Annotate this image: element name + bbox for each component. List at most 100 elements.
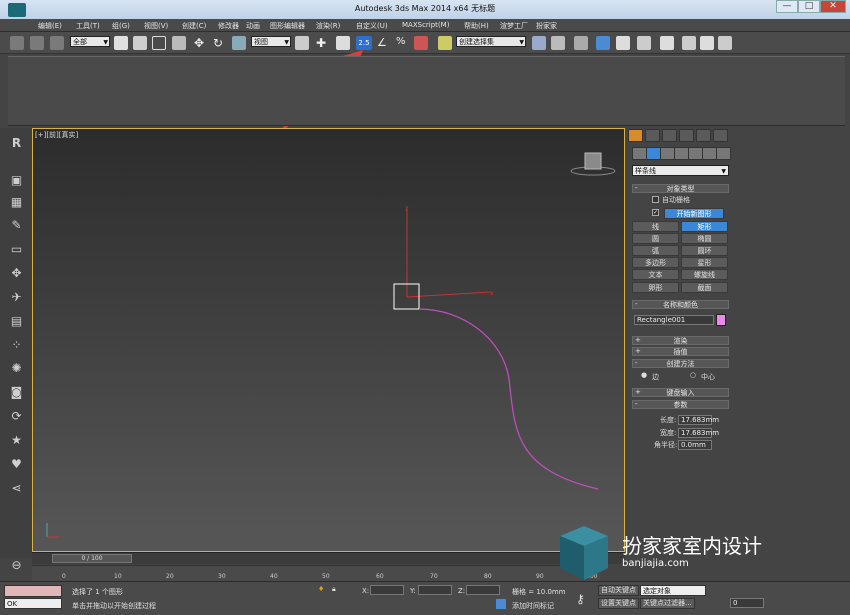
current-frame-input[interactable]: 0 [730,598,764,608]
grid-icon[interactable]: ▦ [9,195,24,209]
start-new-shape-checkbox[interactable]: ✓ [652,209,659,216]
edit-icon[interactable]: ✎ [9,218,24,232]
lock-icon[interactable]: 🔒︎ [332,585,336,594]
text-button[interactable]: 文本 [632,269,679,280]
shape-category-dropdown[interactable]: 样条线 ▼ [632,165,729,176]
dots-icon[interactable]: ⁘ [9,338,24,352]
circle-button[interactable]: 圆 [632,233,679,244]
viewcube-icon [570,152,616,176]
x-coordinate-input[interactable] [370,585,404,595]
y-label: Y: [410,587,416,595]
helix-button[interactable]: 螺旋线 [681,269,728,280]
key-filters-button[interactable]: 关键点过滤器... [640,598,695,609]
collapse-icon: - [635,300,638,308]
width-input[interactable]: 17.683mm [678,428,719,438]
length-label: 长度: [660,416,677,424]
watermark: 扮家家室内设计 banjiajia.com [556,522,826,592]
y-coordinate-input[interactable] [418,585,452,595]
geometry-icon[interactable] [632,147,647,160]
ngon-button[interactable]: 多边形 [632,257,679,268]
keyboard-entry-rollout[interactable]: + 键盘输入 [632,388,729,397]
center-radio-icon[interactable]: ○ [690,371,696,379]
viewport-canvas: y x [46,152,616,538]
corner-radius-label: 角半径: [654,441,678,449]
star-button[interactable]: 星形 [681,257,728,268]
start-new-shape-button[interactable]: 开始新图形 [664,208,724,219]
maxscript-listener-field[interactable]: OK [4,598,62,609]
back-icon[interactable]: ⊖ [9,558,24,572]
center-radio-label: 中心 [701,373,715,381]
tick-label: 80 [484,573,492,580]
creation-method-rollout[interactable]: - 创建方法 [632,359,729,368]
tick-label: 10 [114,573,122,580]
track-bar[interactable]: 0 10 20 30 40 50 60 70 80 90 100 [32,565,600,581]
name-color-rollout[interactable]: - 名称和颜色 [632,300,729,309]
tick-label: 0 [62,573,66,580]
front-viewport[interactable]: [+][前][真实] y x [32,128,625,552]
inbox-icon[interactable]: ▤ [9,314,24,328]
command-panel: 样条线 ▼ - 对象类型 自动栅格 ✓ 开始新图形 线 矩形 圆 椭圆 弧 圆环 多… [626,128,850,558]
isolate-icon[interactable]: ♦ [318,585,324,593]
autogrid-checkbox[interactable] [652,196,659,203]
ellipse-button[interactable]: 椭圆 [681,233,728,244]
length-input[interactable]: 17.683mm [678,415,719,425]
tick-label: 30 [218,573,226,580]
heart-icon[interactable]: ♥ [9,457,24,471]
command-tabs [628,129,728,143]
expand-icon: + [635,388,641,396]
set-key-button[interactable]: 设置关键点 [598,598,639,609]
star-icon[interactable]: ★ [9,433,24,447]
create-tab-icon[interactable] [628,129,643,142]
maxscript-listener-top[interactable] [4,585,62,597]
rendering-rollout[interactable]: + 渲染 [632,336,729,345]
monitor-icon[interactable]: ▭ [9,242,24,256]
object-name-input[interactable]: Rectangle001 [634,315,714,325]
motion-tab-icon[interactable] [679,129,694,142]
systems-icon[interactable] [716,147,731,160]
refresh-icon[interactable]: ⟳ [9,409,24,423]
time-slider[interactable]: 0 / 100 [52,554,132,563]
z-coordinate-input[interactable] [466,585,500,595]
share-icon[interactable]: ⋖ [9,481,24,495]
utilities-tab-icon[interactable] [713,129,728,142]
display-tab-icon[interactable] [696,129,711,142]
section-button[interactable]: 截面 [681,282,728,293]
parameters-rollout[interactable]: - 参数 [632,400,729,409]
helpers-icon[interactable] [688,147,703,160]
prompt-text: 单击并拖动以开始创建过程 [72,602,156,610]
autogrid-label: 自动栅格 [662,196,690,204]
add-time-tag-button[interactable]: 添加时间标记 [512,601,554,611]
space-warps-icon[interactable] [702,147,717,160]
arc-button[interactable]: 弧 [632,245,679,256]
time-tag-icon[interactable] [496,599,506,609]
line-button[interactable]: 线 [632,221,679,232]
object-type-rollout[interactable]: - 对象类型 [632,184,729,193]
cameras-icon[interactable] [674,147,689,160]
modify-tab-icon[interactable] [645,129,660,142]
left-toolbar: R ▣ ▦ ✎ ▭ ✥ ✈ ▤ ⁘ ✺ ◙ ⟳ ★ ♥ ⋖ ⊖ [0,128,32,572]
z-label: Z: [458,587,466,595]
interpolation-rollout[interactable]: + 插值 [632,347,729,356]
collapse-icon: - [635,184,638,192]
move-arrows-icon[interactable]: ✥ [9,266,24,280]
corner-radius-input[interactable]: 0.0mm [678,440,712,450]
watermark-cube-icon [560,526,608,580]
object-color-swatch[interactable] [716,314,726,326]
key-icon[interactable]: ⚷ [576,592,585,606]
sun-icon[interactable]: ✺ [9,361,24,375]
lights-icon[interactable] [660,147,675,160]
tick-label: 50 [322,573,330,580]
plane-icon[interactable]: ✈ [9,290,24,304]
edge-radio-label: 边 [652,373,659,381]
r-logo-icon[interactable]: R [9,136,24,150]
image-icon[interactable]: ▣ [9,173,24,187]
ribbon-panel [8,56,845,126]
hierarchy-tab-icon[interactable] [662,129,677,142]
rectangle-button[interactable]: 矩形 [681,221,728,232]
x-label: X: [362,587,370,595]
donut-button[interactable]: 圆环 [681,245,728,256]
shapes-icon[interactable] [646,147,661,160]
edge-radio-icon[interactable]: ● [641,371,647,379]
camera-icon[interactable]: ◙ [9,385,24,399]
egg-button[interactable]: 卵形 [632,282,679,293]
